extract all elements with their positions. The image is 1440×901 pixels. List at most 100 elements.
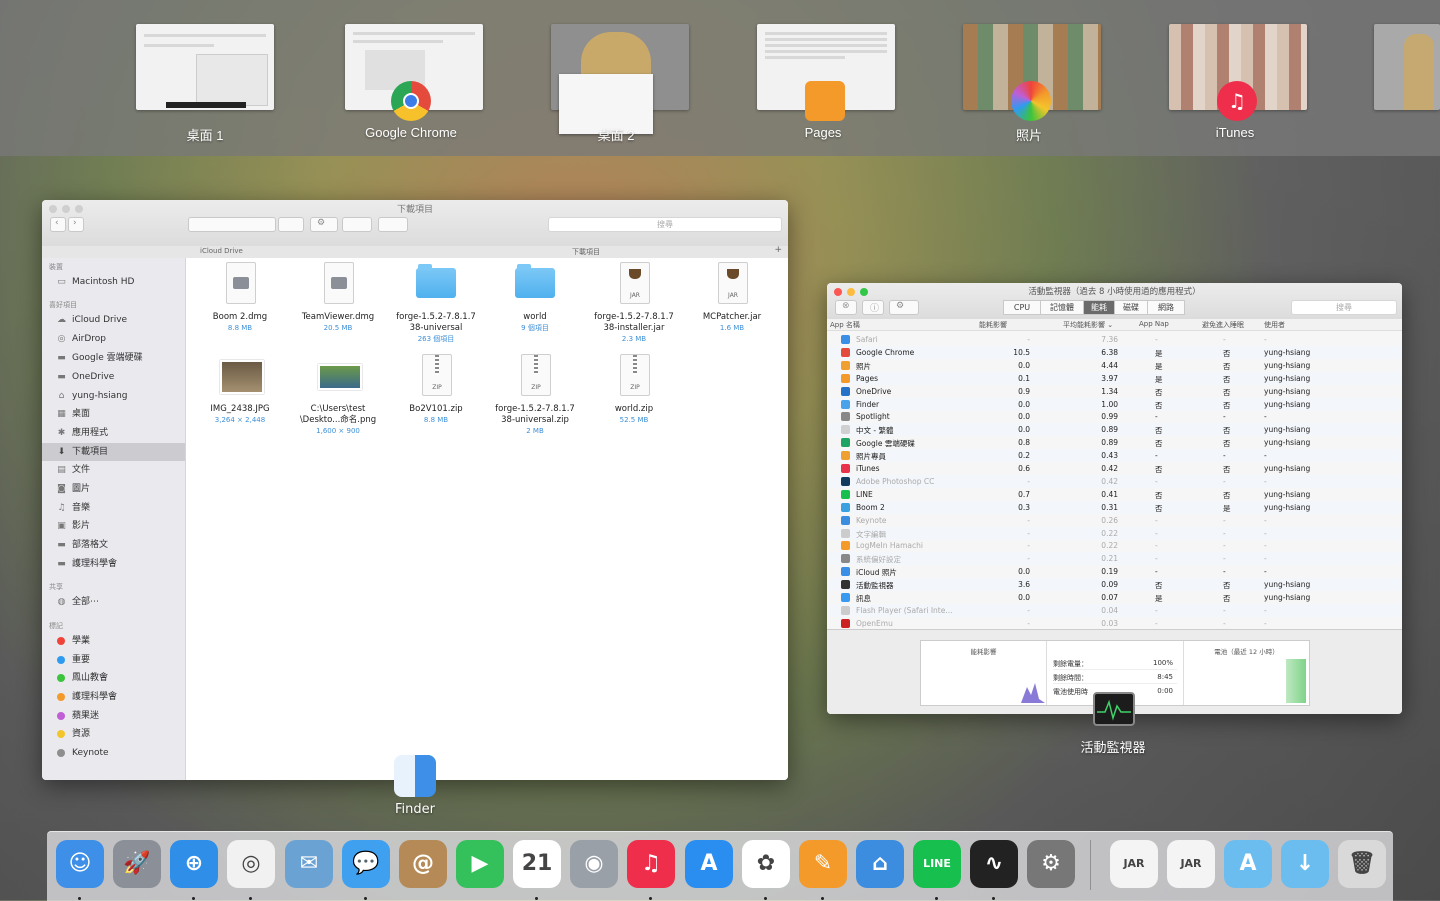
finder-icon[interactable]: ☺ (56, 840, 104, 888)
jar-file-icon-2[interactable]: JAR (1167, 840, 1215, 888)
view-mode-segment[interactable] (188, 217, 276, 232)
arrange-button[interactable] (278, 217, 304, 232)
column-header[interactable]: 平均能耗影響 ⌄ (1063, 320, 1113, 330)
path-tab-downloads[interactable]: 下載項目 (572, 247, 600, 257)
sidebar-item-music[interactable]: ♫ 音樂 (42, 499, 185, 517)
table-row[interactable]: LogMeIn Hamachi - 0.22 - - - (827, 539, 1402, 552)
chrome-icon[interactable]: ◎ (227, 840, 275, 888)
sidebar-tag-resources[interactable]: 資源 (42, 725, 185, 743)
sidebar-tag-nursing[interactable]: 護理科學會 (42, 688, 185, 706)
sidebar-item-shared-all[interactable]: ◍ 全部⋯ (42, 593, 185, 611)
sidebar-item-onedrive[interactable]: ▬ OneDrive (42, 368, 185, 386)
space-add[interactable] (1374, 24, 1440, 110)
sidebar-item-pictures[interactable]: ◙ 圖片 (42, 480, 185, 498)
search-input[interactable]: 搜尋 (1291, 300, 1397, 315)
table-row[interactable]: iTunes 0.6 0.42 否 否 yung-hsiang (827, 462, 1402, 475)
sidebar-item-nursing[interactable]: ▬ 護理科學會 (42, 555, 185, 573)
safari-icon[interactable]: ⊕ (170, 840, 218, 888)
space-desktop-2[interactable] (551, 24, 689, 134)
info-button[interactable]: ⓘ (862, 300, 884, 315)
sidebar-tag-church[interactable]: 鳳山教會 (42, 669, 185, 687)
table-row[interactable]: OneDrive 0.9 1.34 否 否 yung-hsiang (827, 385, 1402, 398)
space-google-chrome[interactable] (345, 24, 483, 121)
sidebar-tag-apple-fans[interactable]: 蘋果迷 (42, 707, 185, 725)
photos-icon[interactable]: ✿ (742, 840, 790, 888)
path-tab-icloud[interactable]: iCloud Drive (200, 247, 243, 255)
table-row[interactable]: 活動監視器 3.6 0.09 否 否 yung-hsiang (827, 578, 1402, 592)
space-photos[interactable] (963, 24, 1101, 121)
activity-monitor-icon[interactable]: ∿ (970, 840, 1018, 888)
table-row[interactable]: 訊息 0.0 0.07 是 否 yung-hsiang (827, 591, 1402, 604)
tab-energy[interactable]: 能耗 (1083, 300, 1115, 315)
column-header[interactable]: App 名稱 (830, 320, 860, 330)
activity-monitor-window[interactable]: 活動監視器（過去 8 小時使用過的應用程式） ⊗ ⓘ ⚙ CPU 記憶體 能耗 … (827, 283, 1402, 714)
sidebar-item-downloads[interactable]: ⬇ 下載項目 (42, 443, 185, 461)
sidebar-item-applications[interactable]: ✱ 應用程式 (42, 424, 185, 442)
table-row[interactable]: 文字編輯 - 0.22 - - - (827, 526, 1402, 540)
table-row[interactable]: 中文 - 繁體 0.0 0.89 否 否 yung-hsiang (827, 423, 1402, 437)
add-tab-icon[interactable]: + (774, 245, 782, 255)
pages-icon[interactable]: ✎ (799, 840, 847, 888)
sidebar-item-icloud-drive[interactable]: ☁ iCloud Drive (42, 311, 185, 329)
sidebar-item-desktop[interactable]: ▦ 桌面 (42, 405, 185, 423)
tab-network[interactable]: 網路 (1147, 300, 1185, 315)
forward-button[interactable]: › (68, 217, 84, 232)
sidebar-item-google-drive[interactable]: ▬ Google 雲端硬碟 (42, 349, 185, 367)
space-pages[interactable] (757, 24, 895, 121)
tags-button[interactable] (378, 217, 408, 232)
table-row[interactable]: Boom 2 0.3 0.31 否 是 yung-hsiang (827, 500, 1402, 514)
contacts-icon[interactable]: @ (399, 840, 447, 888)
app-store-icon[interactable]: A (685, 840, 733, 888)
tab-memory[interactable]: 記憶體 (1040, 300, 1084, 315)
action-gear-button[interactable]: ⚙ (310, 217, 338, 232)
itunes-icon[interactable]: ♫ (627, 840, 675, 888)
launchpad-icon[interactable]: 🚀 (113, 840, 161, 888)
table-row[interactable]: Spotlight 0.0 0.99 - - - (827, 410, 1402, 423)
sidebar-item-home[interactable]: ⌂ yung-hsiang (42, 387, 185, 405)
table-row[interactable]: Adobe Photoshop CC - 0.42 - - - (827, 474, 1402, 488)
table-row[interactable]: Safari - 7.36 - - - (827, 333, 1402, 346)
table-row[interactable]: LINE 0.7 0.41 否 否 yung-hsiang (827, 488, 1402, 501)
table-row[interactable]: Flash Player (Safari Inte... - 0.04 - - - (827, 603, 1402, 617)
preview-icon[interactable]: ◉ (570, 840, 618, 888)
sidebar-item-movies[interactable]: ▣ 影片 (42, 517, 185, 535)
table-row[interactable]: 照片專員 0.2 0.43 - - - (827, 449, 1402, 463)
messages-icon[interactable]: 💬 (342, 840, 390, 888)
applications-folder-icon[interactable]: A (1224, 840, 1272, 888)
sidebar-item-documents[interactable]: ▤ 文件 (42, 461, 185, 479)
column-header[interactable]: 使用者 (1264, 320, 1285, 330)
sidebar-item-airdrop[interactable]: ◎ AirDrop (42, 330, 185, 348)
table-row[interactable]: Finder 0.0 1.00 否 否 yung-hsiang (827, 397, 1402, 411)
table-row[interactable]: OpenEmu - 0.03 - - - (827, 617, 1402, 629)
table-row[interactable]: 系統偏好設定 - 0.21 - - - (827, 552, 1402, 566)
sidebar-item-blog[interactable]: ▬ 部落格文 (42, 536, 185, 554)
table-row[interactable]: Pages 0.1 3.97 是 否 yung-hsiang (827, 371, 1402, 385)
sidebar-tag-school[interactable]: 學業 (42, 632, 185, 650)
space-desktop-1[interactable] (136, 24, 274, 110)
jar-file-icon[interactable]: JAR (1110, 840, 1158, 888)
search-input[interactable]: 搜尋 (548, 217, 782, 232)
sidebar-item-macintosh-hd[interactable]: ▭ Macintosh HD (42, 273, 185, 291)
action-gear-button[interactable]: ⚙ (889, 300, 919, 315)
keynote-icon[interactable]: ⌂ (856, 840, 904, 888)
tab-cpu[interactable]: CPU (1003, 300, 1041, 315)
share-button[interactable] (342, 217, 372, 232)
space-itunes[interactable]: ♫ (1169, 24, 1307, 121)
facetime-icon[interactable]: ▶ (456, 840, 504, 888)
table-row[interactable]: Keynote - 0.26 - - - (827, 514, 1402, 527)
finder-window[interactable]: 下載項目 ‹ › ⚙ 搜尋 iCloud Drive 下載項目 + 裝置 ▭ Ma… (42, 200, 788, 780)
table-row[interactable]: 照片 0.0 4.44 是 否 yung-hsiang (827, 359, 1402, 372)
column-header[interactable]: App Nap (1139, 320, 1169, 328)
sidebar-tag-keynote[interactable]: Keynote (42, 744, 185, 762)
downloads-folder-icon[interactable]: ↓ (1281, 840, 1329, 888)
stop-process-button[interactable]: ⊗ (835, 300, 857, 315)
tab-disk[interactable]: 磁碟 (1114, 300, 1148, 315)
table-row[interactable]: Google 雲端硬碟 0.8 0.89 否 否 yung-hsiang (827, 436, 1402, 449)
line-icon[interactable]: LINE (913, 840, 961, 888)
column-header[interactable]: 能耗影響 (979, 320, 1007, 330)
table-row[interactable]: Google Chrome 10.5 6.38 是 否 yung-hsiang (827, 345, 1402, 359)
trash-icon[interactable]: 🗑 (1338, 840, 1386, 888)
back-button[interactable]: ‹ (50, 217, 66, 232)
calendar-icon[interactable]: 21 (513, 840, 561, 888)
table-row[interactable]: iCloud 照片 0.0 0.19 - - - (827, 565, 1402, 578)
